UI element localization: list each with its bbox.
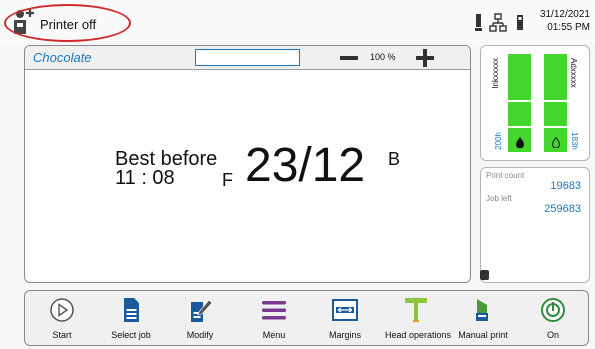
- message-field-input[interactable]: [195, 49, 300, 66]
- menu-label: Menu: [262, 330, 286, 340]
- printer-screen: Printer off 31/12/2021 01:55 PM Chocolat…: [0, 0, 595, 349]
- zoom-out-icon[interactable]: [339, 49, 359, 67]
- additive-level-text: 183h: [570, 132, 579, 150]
- margins-label: Margins: [328, 330, 361, 340]
- message-text-date: 23/12: [245, 139, 366, 192]
- manual-print-label: Manual print: [458, 330, 508, 340]
- power-on-button[interactable]: On: [522, 291, 584, 347]
- power-icon: [541, 298, 565, 322]
- ink-level-text: 200h: [494, 132, 503, 150]
- message-text-best-before: Best before: [115, 148, 218, 170]
- menu-button[interactable]: Menu: [243, 291, 305, 347]
- zoom-level: 100 %: [370, 52, 396, 62]
- message-text-shift: F: [222, 170, 233, 190]
- usb-drive-icon: [517, 15, 523, 30]
- ink-label: Inkxxxxx: [491, 58, 500, 89]
- manual-print-icon: [476, 299, 488, 321]
- start-label: Start: [52, 330, 72, 340]
- ink-drop-icon: [516, 137, 524, 148]
- start-button[interactable]: Start: [31, 291, 93, 347]
- message-preview-panel[interactable]: Chocolate 100 % Best before 11 : 08 F 23…: [24, 45, 471, 283]
- bottom-toolbar: Start Select job Modify Menu Margins Hea…: [24, 290, 589, 346]
- head-operations-button[interactable]: Head operations: [385, 291, 452, 347]
- message-text-suffix: B: [388, 149, 401, 169]
- network-icon: [489, 13, 507, 32]
- zoom-in-icon[interactable]: [415, 48, 435, 68]
- job-left-value: 259683: [544, 203, 581, 215]
- consumables-panel[interactable]: Inkxxxxx 200h Adxxxxx 183h: [480, 45, 590, 161]
- counters-panel: Print count 19683 Job left 259683: [480, 167, 590, 283]
- info-badge-icon: [480, 270, 489, 280]
- select-job-button[interactable]: Select job: [100, 291, 162, 347]
- date-time: 31/12/2021 01:55 PM: [532, 8, 590, 34]
- document-icon: [124, 298, 139, 322]
- modify-button[interactable]: Modify: [169, 291, 231, 347]
- modify-label: Modify: [186, 330, 214, 340]
- ink-level-bar[interactable]: [508, 54, 531, 152]
- additive-level-bar[interactable]: [544, 54, 567, 152]
- select-job-label: Select job: [111, 330, 151, 340]
- additive-label: Adxxxxx: [569, 58, 578, 88]
- play-circle-icon: [50, 298, 74, 322]
- job-left-label: Job left: [486, 194, 512, 203]
- head-operations-label: Head operations: [385, 330, 452, 340]
- additive-drop-icon: [552, 137, 560, 148]
- manual-print-button[interactable]: Manual print: [452, 291, 514, 347]
- current-time: 01:55 PM: [547, 22, 590, 33]
- edit-document-icon: [191, 299, 213, 322]
- print-count-value: 19683: [550, 180, 581, 192]
- margins-button[interactable]: Margins: [314, 291, 376, 347]
- current-date: 31/12/2021: [539, 9, 590, 20]
- message-header: Chocolate 100 %: [25, 46, 470, 70]
- system-status-icons: [475, 13, 523, 32]
- status-highlight-oval: [4, 4, 131, 42]
- message-text-time: 11 : 08: [115, 167, 175, 189]
- margins-icon: [332, 299, 358, 321]
- print-count-label: Print count: [486, 171, 525, 180]
- power-on-label: On: [546, 330, 559, 340]
- ink-cartridge-icon: [475, 14, 482, 31]
- print-head-icon: [405, 298, 427, 322]
- hamburger-menu-icon: [262, 301, 286, 320]
- status-bar: Printer off 31/12/2021 01:55 PM: [0, 0, 595, 42]
- message-name: Chocolate: [33, 50, 92, 65]
